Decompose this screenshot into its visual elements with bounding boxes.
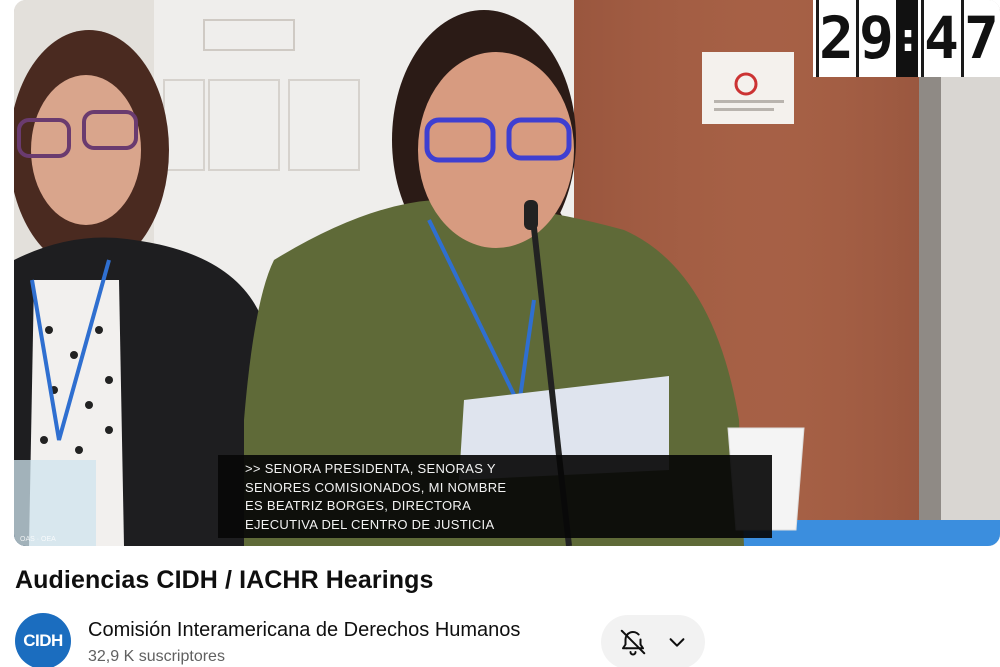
video-player[interactable]: 2 9 : 4 7 >> SENORA PRESIDENTA, SENORAS … <box>14 0 1000 546</box>
bell-off-icon <box>618 627 648 657</box>
channel-row: CIDH Comisión Interamericana de Derechos… <box>15 612 1000 667</box>
channel-name[interactable]: Comisión Interamericana de Derechos Huma… <box>88 619 520 642</box>
youtube-watch-page: 2 9 : 4 7 >> SENORA PRESIDENTA, SENORAS … <box>0 0 1000 667</box>
caption-line: >> SENORA PRESIDENTA, SENORAS Y <box>245 461 496 476</box>
caption-line: ES BEATRIZ BORGES, DIRECTORA <box>245 498 472 513</box>
subscriber-count: 32,9 K suscriptores <box>88 648 225 665</box>
timer-digit: 2 <box>816 0 854 77</box>
countdown-timer: 2 9 : 4 7 <box>813 0 1000 77</box>
closed-captions[interactable]: >> SENORA PRESIDENTA, SENORAS Y SENORES … <box>218 455 772 538</box>
timer-digit: 9 <box>856 0 894 77</box>
caption-line: SENORES COMISIONADOS, MI NOMBRE <box>245 479 507 495</box>
channel-avatar[interactable]: CIDH <box>15 613 71 667</box>
chevron-down-icon <box>666 631 688 653</box>
notifications-button[interactable] <box>601 615 705 667</box>
video-title: Audiencias CIDH / IACHR Hearings <box>15 566 434 594</box>
caption-line: EJECUTIVA DEL CENTRO DE JUSTICIA <box>245 516 495 532</box>
timer-digit: 7 <box>961 0 999 77</box>
timer-digit: 4 <box>921 0 959 77</box>
video-watermark: OAS · OEA <box>20 536 56 543</box>
timer-separator: : <box>896 0 920 77</box>
